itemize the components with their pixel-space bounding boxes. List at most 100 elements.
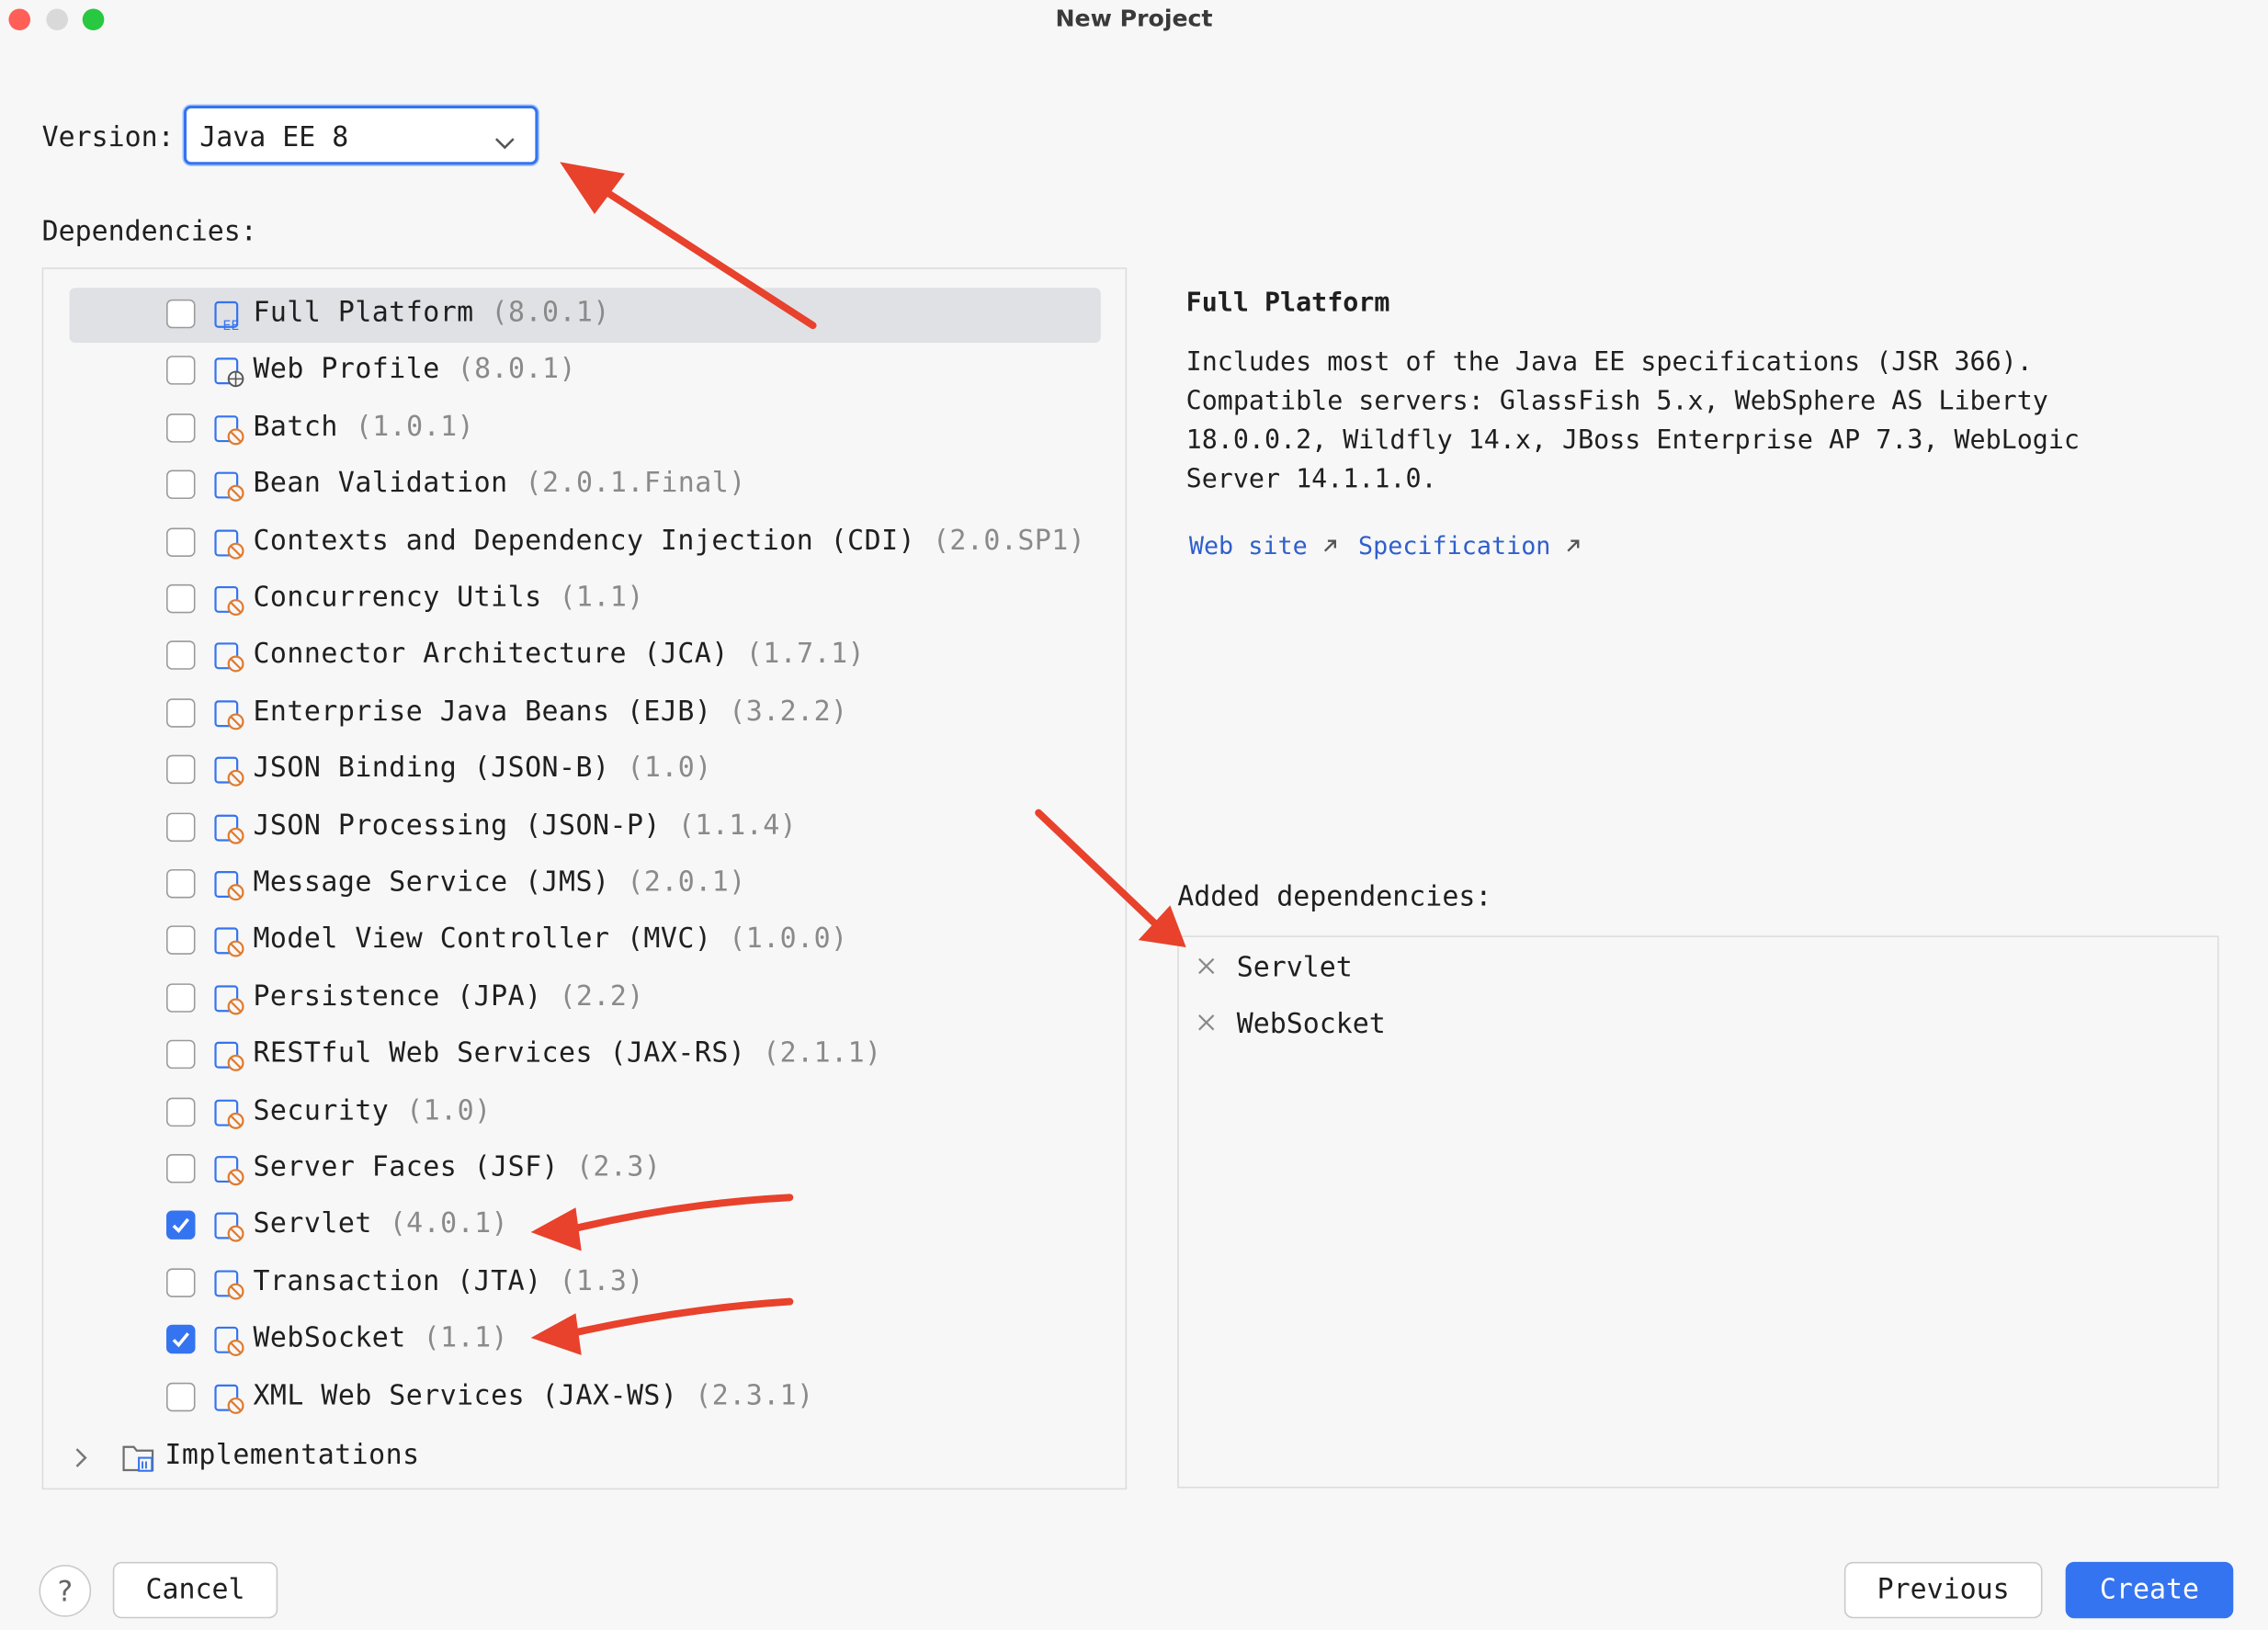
dependency-row[interactable]: RESTful Web Services (JAX-RS) (2.1.1) <box>43 1028 1125 1081</box>
library-icon <box>212 640 247 674</box>
dependency-version: (1.1) <box>423 1321 509 1354</box>
dependency-label: Full Platform (8.0.1) <box>253 297 609 329</box>
dependency-row[interactable]: WebSocket (1.1) <box>43 1313 1125 1366</box>
version-value: Java EE 8 <box>199 121 349 153</box>
dependency-label: JSON Processing (JSON-P) (1.1.4) <box>253 809 797 842</box>
library-icon <box>212 526 247 560</box>
dependency-checkbox[interactable] <box>166 356 196 386</box>
dependency-row[interactable]: Bean Validation (2.0.1.Final) <box>43 458 1125 512</box>
dependency-version: (1.0.1) <box>355 410 475 443</box>
dependency-checkbox[interactable] <box>166 1268 196 1297</box>
dependency-row[interactable]: XML Web Services (JAX-WS) (2.3.1) <box>43 1371 1125 1424</box>
window-title: New Project <box>1055 4 1213 32</box>
dependency-name: Connector Architecture (JCA) <box>253 638 729 671</box>
dependency-checkbox[interactable] <box>166 1040 196 1070</box>
chevron-down-icon <box>494 129 515 156</box>
tree-group-implementations[interactable]: Implementations <box>43 1431 1125 1484</box>
dependency-version: (2.0.SP1) <box>932 524 1086 557</box>
remove-icon[interactable] <box>1196 955 1217 982</box>
dependency-row[interactable]: JSON Binding (JSON-B) (1.0) <box>43 743 1125 797</box>
previous-button[interactable]: Previous <box>1843 1561 2043 1619</box>
create-button[interactable]: Create <box>2065 1561 2234 1619</box>
dependency-name: Transaction (JTA) <box>253 1264 542 1297</box>
dependency-checkbox[interactable] <box>166 697 196 728</box>
dependency-name: Enterprise Java Beans (EJB) <box>253 695 712 728</box>
dependency-row[interactable]: Enterprise Java Beans (EJB) (3.2.2) <box>43 686 1125 740</box>
dependency-checkbox[interactable] <box>166 1382 196 1411</box>
dependency-version: (1.1) <box>559 581 644 614</box>
dependency-checkbox[interactable] <box>166 983 196 1013</box>
dependencies-tree[interactable]: EE Full Platform (8.0.1) Web Profile (8.0.1)… <box>41 267 1128 1490</box>
dependency-version: (1.0) <box>406 1093 492 1126</box>
library-icon <box>212 1267 247 1302</box>
dependency-label: Security (1.0) <box>253 1094 491 1126</box>
dependency-label: Bean Validation (2.0.1.Final) <box>253 468 745 500</box>
dependency-label: Contexts and Dependency Injection (CDI) (… <box>253 525 1085 557</box>
dependency-name: Contexts and Dependency Injection (CDI) <box>253 524 916 557</box>
dependency-version: (2.2) <box>559 979 644 1013</box>
dependency-name: Concurrency Utils <box>253 581 542 614</box>
dependency-row[interactable]: EE Full Platform (8.0.1) <box>43 288 1125 344</box>
dependency-checkbox[interactable] <box>166 526 196 557</box>
web-site-link-label: Web site <box>1188 532 1308 561</box>
dependency-checkbox[interactable] <box>166 583 196 614</box>
dependency-label: JSON Binding (JSON-B) (1.0) <box>253 753 711 785</box>
dependency-checkbox-checked[interactable] <box>166 1211 196 1240</box>
web-profile-icon <box>212 355 247 390</box>
dependency-row[interactable]: Web Profile (8.0.1) <box>43 345 1125 398</box>
dependency-name: XML Web Services (JAX-WS) <box>253 1378 678 1411</box>
dependency-row[interactable]: Contexts and Dependency Injection (CDI) (… <box>43 515 1125 569</box>
annotation-arrowhead <box>560 162 625 214</box>
dependencies-label: Dependencies: <box>41 215 257 248</box>
dependency-checkbox[interactable] <box>166 299 196 329</box>
dependency-label: XML Web Services (JAX-WS) (2.3.1) <box>253 1379 813 1411</box>
dependency-row[interactable]: Server Faces (JSF) (2.3) <box>43 1142 1125 1195</box>
version-select[interactable]: Java EE 8 <box>183 105 539 165</box>
dependency-checkbox[interactable] <box>166 1097 196 1126</box>
dependency-checkbox[interactable] <box>166 925 196 956</box>
dependency-label: RESTful Web Services (JAX-RS) (2.1.1) <box>253 1037 881 1070</box>
library-icon <box>212 412 247 447</box>
dependency-row[interactable]: Model View Controller (MVC) (1.0.0) <box>43 914 1125 968</box>
dependency-row[interactable]: JSON Processing (JSON-P) (1.1.4) <box>43 800 1125 854</box>
dependency-checkbox[interactable] <box>166 470 196 500</box>
details-description: Includes most of the Java EE specificati… <box>1185 346 2080 495</box>
dependency-checkbox[interactable] <box>166 640 196 671</box>
added-item-label: WebSocket <box>1236 1008 1386 1040</box>
library-icon <box>212 753 247 788</box>
dependency-row[interactable]: Security (1.0) <box>43 1085 1125 1138</box>
dependency-label: Persistence (JPA) (2.2) <box>253 980 643 1013</box>
dependency-name: Server Faces (JSF) <box>253 1150 560 1183</box>
dependency-row[interactable]: Message Service (JMS) (2.0.1) <box>43 857 1125 911</box>
folder-icon <box>121 1442 156 1479</box>
dependency-row[interactable]: Concurrency Utils (1.1) <box>43 572 1125 626</box>
library-icon <box>212 1095 247 1130</box>
dependency-version: (2.3) <box>575 1150 662 1183</box>
dependency-row[interactable]: Servlet (4.0.1) <box>43 1199 1125 1252</box>
dependency-version: (1.1.4) <box>677 809 798 842</box>
dependency-checkbox[interactable] <box>166 413 196 443</box>
dependency-name: Servlet <box>253 1207 372 1240</box>
chevron-right-icon[interactable] <box>75 1446 88 1474</box>
cancel-button[interactable]: Cancel <box>112 1561 278 1619</box>
dependency-row[interactable]: Connector Architecture (JCA) (1.7.1) <box>43 629 1125 683</box>
dependency-checkbox[interactable] <box>166 1154 196 1183</box>
dependency-checkbox[interactable] <box>166 811 196 842</box>
dependency-row[interactable]: Batch (1.0.1) <box>43 402 1125 455</box>
web-site-link[interactable]: Web site <box>1188 532 1337 561</box>
dependency-checkbox[interactable] <box>166 868 196 899</box>
dependency-name: JSON Binding (JSON-B) <box>253 752 610 785</box>
version-label: Version: <box>41 121 175 153</box>
library-icon <box>212 1209 247 1244</box>
help-button[interactable]: ? <box>39 1565 92 1617</box>
specification-link[interactable]: Specification <box>1358 532 1581 561</box>
dependency-checkbox[interactable] <box>166 754 196 785</box>
library-icon <box>212 1152 247 1187</box>
added-item-label: Servlet <box>1236 951 1353 984</box>
dependency-row[interactable]: Persistence (JPA) (2.2) <box>43 971 1125 1024</box>
tree-group-label: Implementations <box>164 1439 420 1471</box>
remove-icon[interactable] <box>1196 1011 1217 1038</box>
dependency-row[interactable]: Transaction (JTA) (1.3) <box>43 1256 1125 1309</box>
dependency-label: Servlet (4.0.1) <box>253 1208 508 1240</box>
dependency-checkbox-checked[interactable] <box>166 1325 196 1354</box>
